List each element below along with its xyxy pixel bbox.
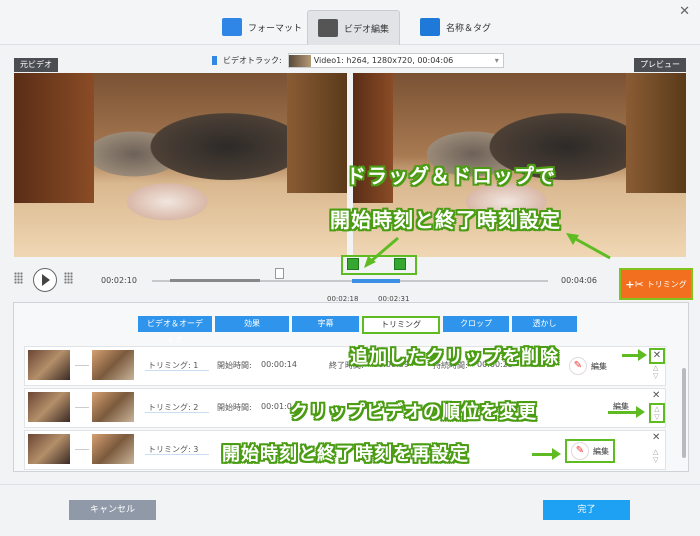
edit-button[interactable]: ✎ 編集 (569, 357, 607, 375)
clip-start-thumbnail (28, 350, 70, 380)
clip-name-underline (145, 412, 209, 413)
arrow-delete-head (638, 349, 647, 361)
tab-crop[interactable]: クロップ (443, 316, 509, 332)
delete-clip-button[interactable]: ✕ (652, 432, 660, 443)
trim-button-label: トリミング (646, 279, 687, 289)
clip-end-thumbnail (92, 392, 134, 422)
grid-icon-left (14, 272, 23, 284)
tab-subtitles[interactable]: 字幕 (292, 316, 359, 332)
reorder-arrows-icon[interactable]: △ ▽ (653, 448, 658, 464)
annotation-reset: 開始時刻と終了時刻を再設定 (222, 444, 469, 465)
pen-icon: ✎ (571, 442, 589, 460)
clip-start-value[interactable]: 00:00:14 (261, 360, 297, 369)
connector-line (75, 407, 89, 408)
edit-label: 編集 (591, 361, 607, 371)
sub-tab-bar: ビデオ＆オーディオ 効果 字幕 トリミング クロップ 透かし (138, 316, 577, 344)
trim-end-handle[interactable] (394, 258, 406, 270)
timeline-played (170, 279, 260, 282)
trim-start-handle[interactable] (347, 258, 359, 270)
scissors-icon: +✂ (625, 277, 644, 291)
cancel-button[interactable]: キャンセル (69, 500, 156, 520)
clip-name-underline (145, 370, 209, 371)
edit-button[interactable]: ✎ 編集 (565, 439, 615, 463)
timeline-selection (352, 279, 400, 283)
reorder-arrows-icon[interactable]: △ ▽ (649, 403, 665, 423)
arrow-order (608, 411, 638, 414)
play-button[interactable] (33, 268, 57, 292)
current-time: 00:02:10 (101, 276, 137, 285)
edit-label: 編集 (593, 446, 609, 456)
tab-watermark[interactable]: 透かし (512, 316, 577, 332)
clip-start-thumbnail (28, 434, 70, 464)
connector-line (75, 365, 89, 366)
tab-trimming[interactable]: トリミング (362, 316, 440, 334)
tab-effects[interactable]: 効果 (215, 316, 289, 332)
clip-start-thumbnail (28, 392, 70, 422)
grid-icon-right (64, 272, 73, 284)
playhead-handle[interactable] (275, 268, 284, 279)
reorder-arrows-icon[interactable]: △ ▽ (653, 364, 658, 380)
connector-line (75, 449, 89, 450)
arrow-reset (532, 453, 554, 456)
clip-name-underline (145, 454, 209, 455)
arrow-reset-head (552, 448, 561, 460)
clip-end-thumbnail (92, 350, 134, 380)
arrow-order-head (636, 406, 645, 418)
tab-video-audio[interactable]: ビデオ＆オーディオ (138, 316, 212, 344)
delete-clip-button[interactable]: ✕ (649, 348, 665, 364)
done-button[interactable]: 完了 (543, 500, 630, 520)
clip-start-label: 開始時間: (217, 361, 252, 370)
delete-clip-button[interactable]: ✕ (652, 390, 660, 401)
pen-icon: ✎ (569, 357, 587, 375)
clip-list-scrollbar[interactable] (682, 368, 686, 458)
annotation-delete: 追加したクリップを削除 (350, 347, 559, 368)
clip-row[interactable]: トリミング: 1 開始時間: 00:00:14 終了時間: 00:00:39 持… (24, 346, 666, 386)
total-time: 00:04:06 (561, 276, 597, 285)
clip-end-thumbnail (92, 434, 134, 464)
annotation-order: クリップビデオの順位を変更 (290, 402, 537, 423)
clip-start-value[interactable]: 00:01:0 (261, 402, 292, 411)
footer-divider (0, 484, 700, 485)
trim-button[interactable]: +✂ トリミング (619, 268, 693, 300)
clip-start-label: 開始時間: (217, 403, 252, 412)
